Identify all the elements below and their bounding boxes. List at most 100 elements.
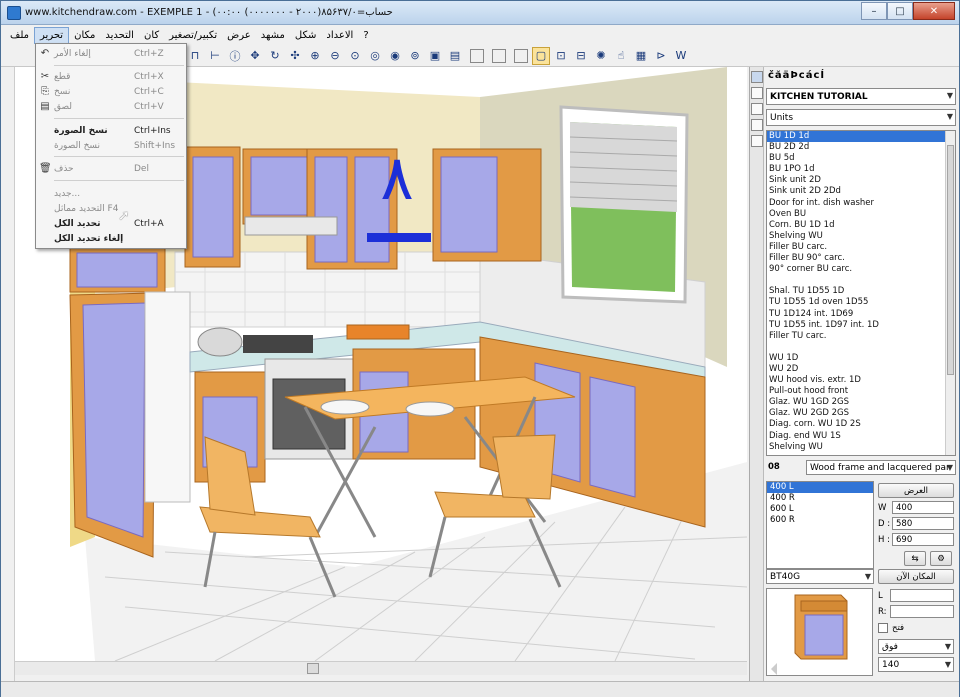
list-item[interactable]: Pull-out hood front: [767, 386, 955, 397]
menu-edit[interactable]: تحرير: [34, 26, 70, 44]
list-item[interactable]: [767, 342, 955, 353]
window-tool-icon[interactable]: W: [672, 47, 690, 65]
units-list[interactable]: BU 1D 1d BU 2D 2d BU 5d BU 1PO 1d Sink unit …: [766, 130, 956, 456]
print-icon[interactable]: ▤: [446, 47, 464, 65]
list-item[interactable]: WU 1D: [767, 353, 955, 364]
menu-selection[interactable]: التحديد: [100, 28, 139, 43]
maximize-button[interactable]: □: [887, 2, 913, 20]
list-item[interactable]: Diag. end WU 1S: [767, 431, 955, 442]
width-field[interactable]: 400: [892, 501, 954, 514]
menu-item-new[interactable]: جديد...: [36, 186, 186, 201]
units-list-scrollbar[interactable]: [945, 131, 955, 455]
menu-settings[interactable]: الاعداد: [321, 28, 358, 43]
camera2-icon[interactable]: ⊟: [572, 47, 590, 65]
camera-icon[interactable]: ⊡: [552, 47, 570, 65]
menu-item-delete[interactable]: 🗑 حذف Del: [36, 161, 186, 176]
catalog-select[interactable]: KITCHEN TUTORIAL ▼: [766, 88, 956, 105]
finish-select[interactable]: Wood frame and lacquered par ▼: [806, 460, 956, 475]
view-box-icon[interactable]: [514, 48, 528, 63]
wall-tool-icon[interactable]: ⊓: [186, 47, 204, 65]
menu-item-select-similar[interactable]: التحديد مماثل F4: [36, 201, 186, 216]
list-item[interactable]: Glaz. WU 2GD 2GS: [767, 408, 955, 419]
list-item[interactable]: 600 R: [767, 515, 873, 526]
place-now-button[interactable]: المكان الآن: [878, 569, 954, 584]
list-item[interactable]: 90° corner BU carc.: [767, 264, 955, 275]
zoom-out-icon[interactable]: ⊖: [326, 47, 344, 65]
zoom-fit-icon[interactable]: ⊚: [406, 47, 424, 65]
list-item[interactable]: Filler TU carc.: [767, 331, 955, 342]
view-3d-icon[interactable]: ▢: [532, 46, 550, 65]
menu-shape[interactable]: شكل: [290, 28, 321, 43]
zoom-all-icon[interactable]: ◎: [366, 47, 384, 65]
list-item[interactable]: TU 1D55 1d oven 1D55: [767, 297, 955, 308]
horizontal-scrollbar[interactable]: [15, 661, 747, 675]
list-item[interactable]: Oven BU: [767, 209, 955, 220]
menu-item-paste-image[interactable]: نسخ الصورة Shift+Ins: [36, 138, 186, 153]
menu-item-deselect-all[interactable]: إلغاء تحديد الكل: [36, 231, 186, 246]
menu-view[interactable]: عرض: [222, 28, 256, 43]
list-item[interactable]: WU 2D: [767, 364, 955, 375]
list-item[interactable]: 600 L: [767, 504, 873, 515]
menu-file[interactable]: ملف: [5, 28, 34, 43]
tab-layers[interactable]: [751, 103, 763, 115]
tab-lights[interactable]: [751, 135, 763, 147]
settings-button[interactable]: ⚙: [930, 551, 952, 566]
list-item[interactable]: Shelving WU: [767, 231, 955, 242]
open-checkbox[interactable]: [878, 623, 888, 633]
menu-zoom[interactable]: تكبير/تصغير: [164, 28, 222, 43]
view-elevation-icon[interactable]: [492, 48, 506, 63]
rotate-icon[interactable]: ↻: [266, 47, 284, 65]
zoom-in-icon[interactable]: ⊕: [306, 47, 324, 65]
door-icon[interactable]: ⊳: [652, 47, 670, 65]
tab-properties[interactable]: [751, 119, 763, 131]
list-item[interactable]: Filler BU carc.: [767, 242, 955, 253]
view-plan-icon[interactable]: [470, 48, 484, 63]
horizontal-scroll-thumb[interactable]: [307, 663, 319, 674]
floor-icon[interactable]: ▦: [632, 47, 650, 65]
tab-catalog[interactable]: [751, 71, 763, 83]
hand-icon[interactable]: ☝: [612, 47, 630, 65]
list-item[interactable]: Filler BU 90° carc.: [767, 253, 955, 264]
menu-item-undo[interactable]: ↶ إلغاء الأمر Ctrl+Z: [36, 46, 186, 61]
menu-scene[interactable]: مشهد: [256, 28, 290, 43]
left-field[interactable]: [890, 589, 954, 602]
list-item[interactable]: TU 1D124 int. 1D69: [767, 309, 955, 320]
list-item[interactable]: 400 R: [767, 493, 873, 504]
list-item[interactable]: TU 1D55 int. 1D97 int. 1D: [767, 320, 955, 331]
close-button[interactable]: ✕: [913, 2, 955, 20]
position-select[interactable]: فوق ▼: [878, 639, 954, 654]
zoom-window-icon[interactable]: ⊙: [346, 47, 364, 65]
list-item[interactable]: BU 1PO 1d: [767, 164, 955, 175]
list-item[interactable]: BU 2D 2d: [767, 142, 955, 153]
navigate-icon[interactable]: ✣: [286, 47, 304, 65]
list-item[interactable]: Sink unit 2D 2Dd: [767, 186, 955, 197]
list-item[interactable]: BU 5d: [767, 153, 955, 164]
height-field[interactable]: 690: [892, 533, 954, 546]
category-select[interactable]: Units ▼: [766, 109, 956, 126]
list-item[interactable]: Shelving WU: [767, 442, 955, 453]
reference-select[interactable]: BT40G ▼: [766, 569, 874, 584]
list-item[interactable]: Door for int. dish washer: [767, 198, 955, 209]
menu-item-select-all[interactable]: تحديد الكل Ctrl+A: [36, 216, 186, 231]
info-icon[interactable]: ⓘ: [226, 47, 244, 65]
list-item[interactable]: Glaz. WU 1GD 2GS: [767, 397, 955, 408]
left-scrollbar[interactable]: [1, 67, 15, 681]
list-item[interactable]: Corn. BU 1D 1d: [767, 220, 955, 231]
dimension-tool-icon[interactable]: ⊢: [206, 47, 224, 65]
menu-item-paste[interactable]: ▤ لصق Ctrl+V: [36, 99, 186, 114]
menu-item-cut[interactable]: ✂ قطع Ctrl+X: [36, 69, 186, 84]
dimension-list[interactable]: 400 L 400 R 600 L 600 R: [766, 481, 874, 569]
list-item[interactable]: Diag. corn. WU 1D 2S: [767, 419, 955, 430]
menu-help[interactable]: ?: [358, 28, 373, 43]
menu-object[interactable]: كان: [139, 28, 164, 43]
list-item[interactable]: Sink unit 2D: [767, 175, 955, 186]
minimize-button[interactable]: –: [861, 2, 887, 20]
height-select[interactable]: 140 ▼: [878, 657, 954, 672]
size-button[interactable]: العرض: [878, 483, 954, 498]
list-item[interactable]: BU 1D 1d: [767, 131, 955, 143]
right-field[interactable]: [890, 605, 954, 618]
list-item[interactable]: 400 L: [767, 482, 873, 493]
list-item[interactable]: Shal. TU 1D55 1D: [767, 286, 955, 297]
zoom-prev-icon[interactable]: ◉: [386, 47, 404, 65]
menu-item-copy[interactable]: ⎘ نسخ Ctrl+C: [36, 84, 186, 99]
